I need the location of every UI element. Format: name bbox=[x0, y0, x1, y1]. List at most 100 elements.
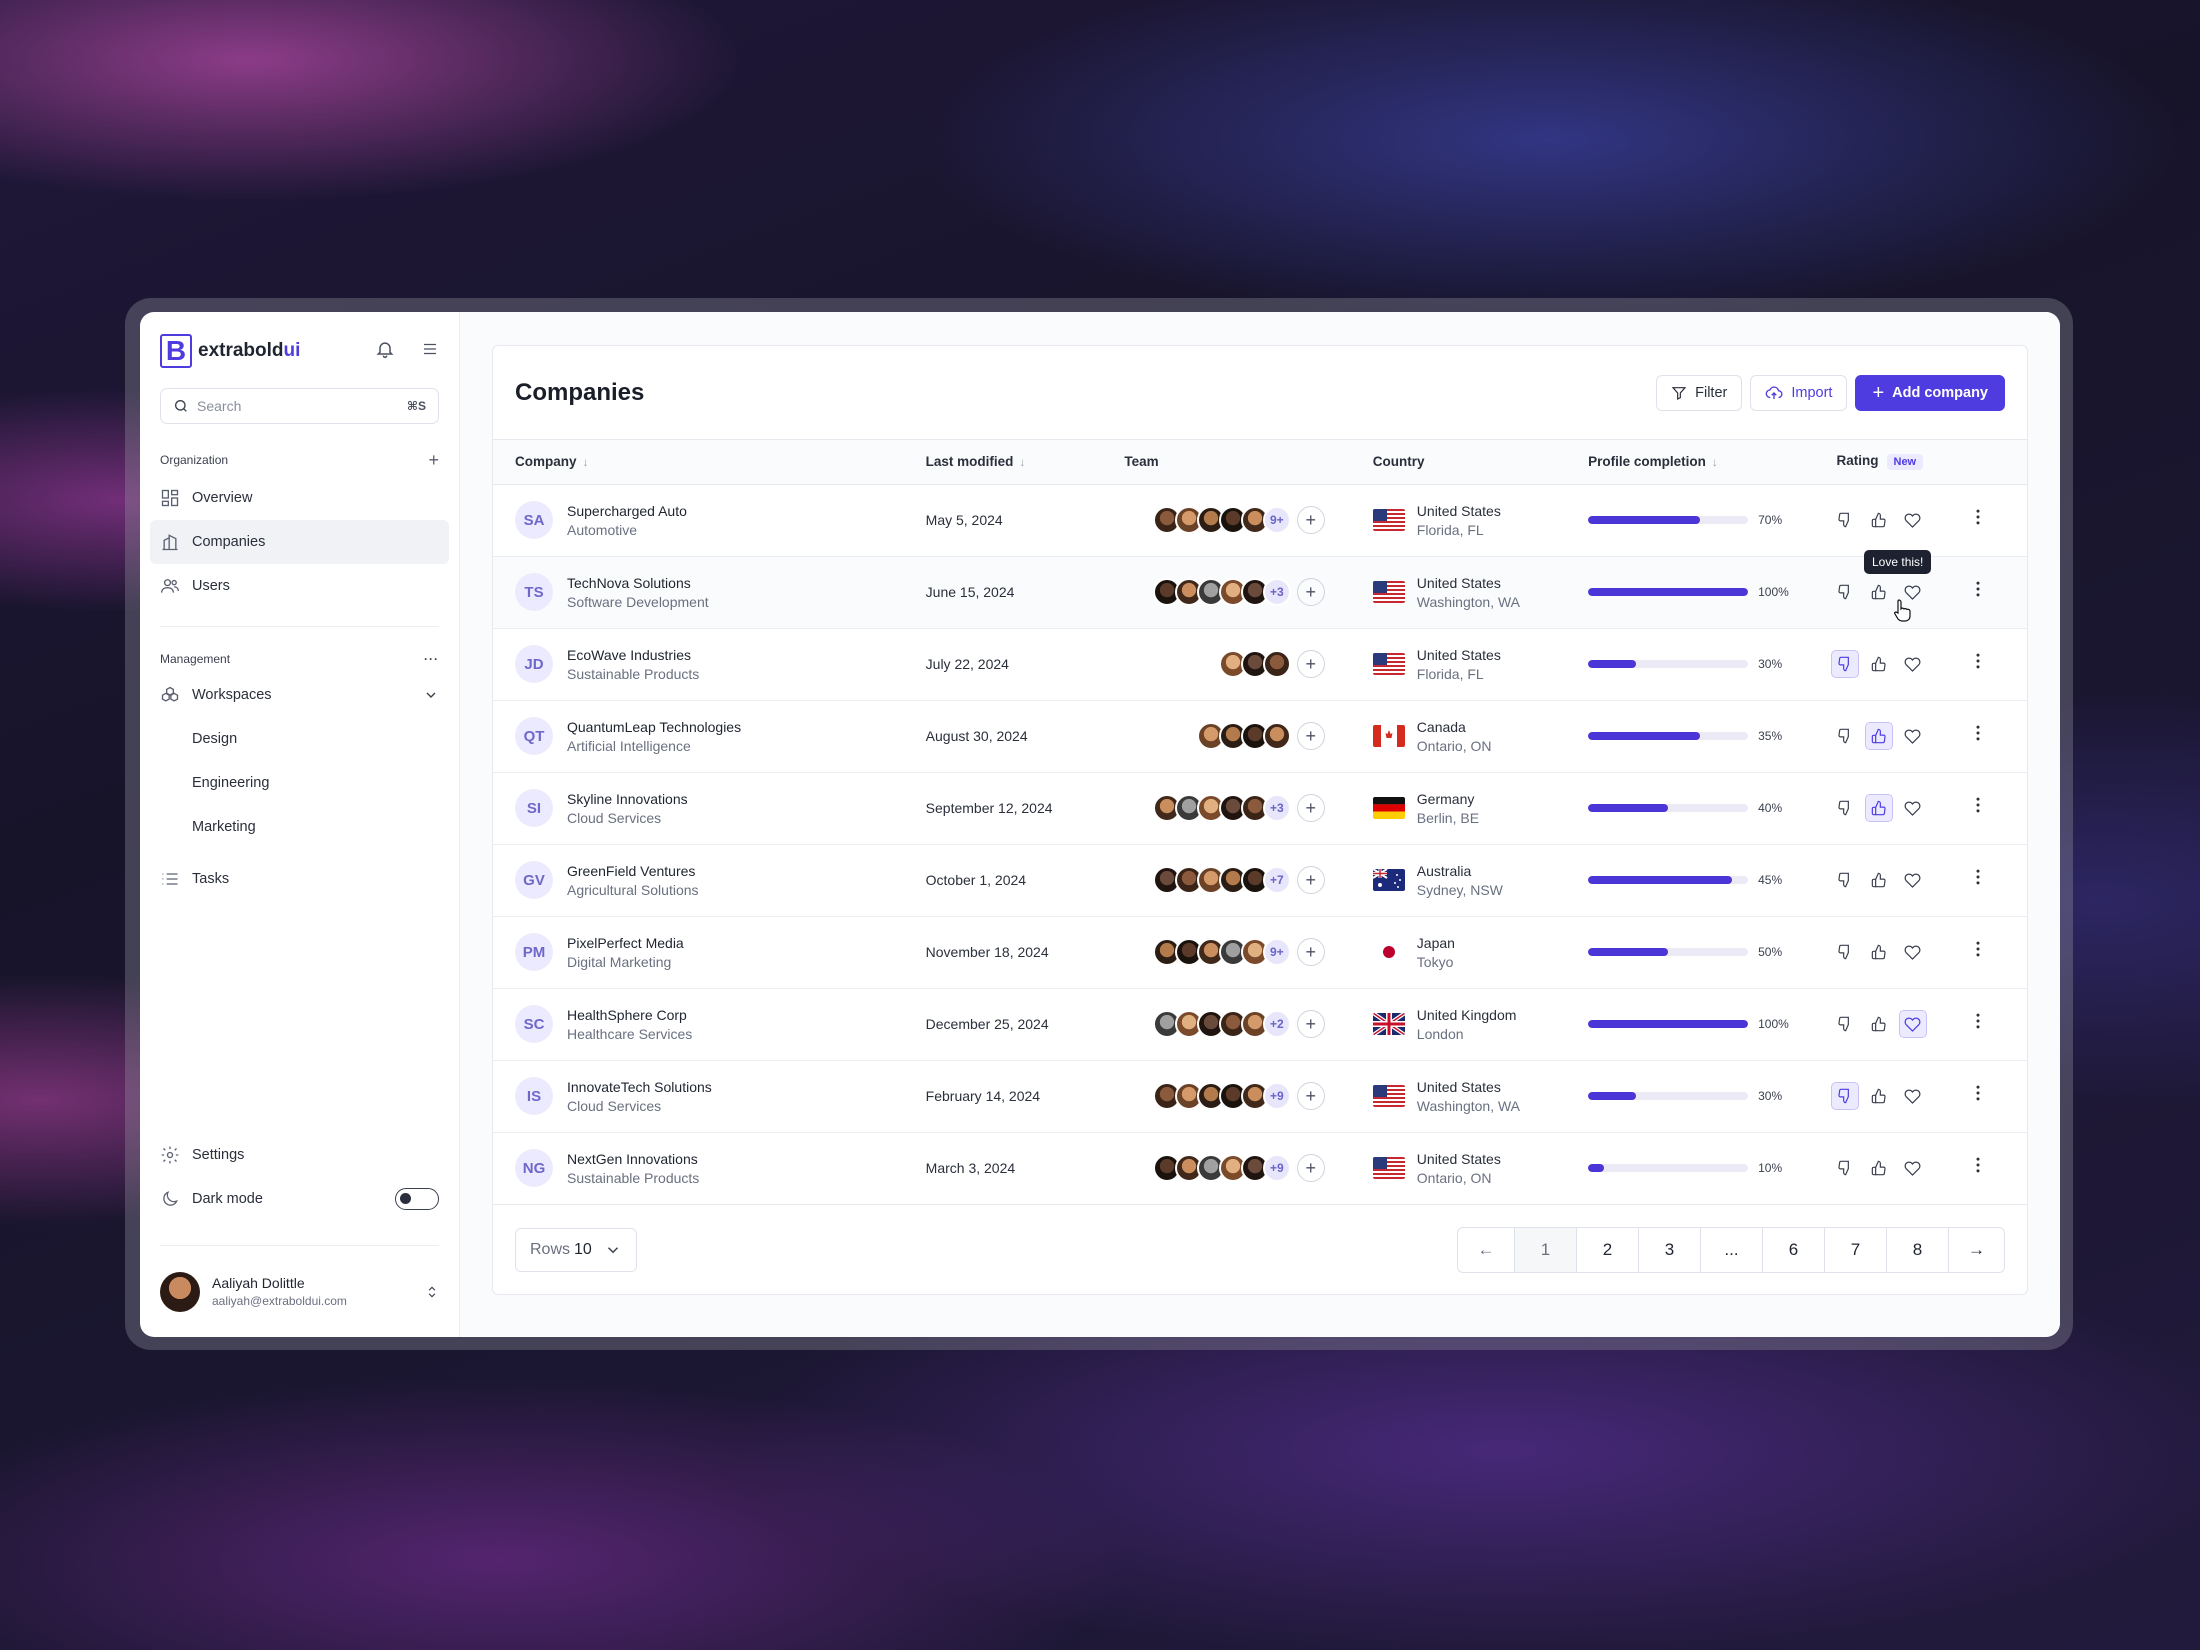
add-member-button[interactable]: + bbox=[1296, 650, 1325, 678]
dark-mode-toggle[interactable] bbox=[395, 1188, 439, 1210]
add-member-button[interactable]: + bbox=[1296, 1010, 1325, 1038]
team-avatar[interactable] bbox=[1262, 722, 1291, 750]
heart-button[interactable] bbox=[1899, 938, 1927, 966]
add-member-button[interactable]: + bbox=[1296, 794, 1325, 822]
thumbs-up-button[interactable] bbox=[1865, 1154, 1893, 1182]
thumbs-down-button[interactable] bbox=[1831, 1010, 1859, 1038]
chevron-updown-icon[interactable] bbox=[425, 1285, 439, 1299]
sidebar-item-tasks[interactable]: Tasks bbox=[160, 857, 439, 901]
page-button[interactable]: 1 bbox=[1514, 1227, 1576, 1272]
more-vertical-icon[interactable] bbox=[1968, 725, 1988, 748]
search-input[interactable]: Search ⌘S bbox=[160, 388, 439, 424]
add-member-button[interactable]: + bbox=[1296, 1154, 1325, 1182]
page-button[interactable]: 2 bbox=[1576, 1227, 1638, 1272]
thumbs-up-button[interactable] bbox=[1865, 1010, 1893, 1038]
add-member-button[interactable]: + bbox=[1296, 578, 1325, 606]
more-vertical-icon[interactable] bbox=[1968, 941, 1988, 964]
page-button[interactable]: 8 bbox=[1886, 1227, 1948, 1272]
thumbs-up-button[interactable] bbox=[1865, 866, 1893, 894]
more-vertical-icon[interactable] bbox=[1968, 653, 1988, 676]
thumbs-down-button[interactable] bbox=[1831, 866, 1859, 894]
team-more-count[interactable]: +9 bbox=[1262, 1154, 1291, 1182]
heart-button[interactable] bbox=[1899, 650, 1927, 678]
heart-button[interactable] bbox=[1899, 866, 1927, 894]
col-profile[interactable]: Profile completion ↓ bbox=[1588, 440, 1836, 484]
more-vertical-icon[interactable] bbox=[1968, 1013, 1988, 1036]
team-more-count[interactable]: +3 bbox=[1262, 578, 1291, 606]
more-vertical-icon[interactable] bbox=[1968, 581, 1988, 604]
col-modified[interactable]: Last modified ↓ bbox=[926, 440, 1125, 484]
thumbs-down-button[interactable] bbox=[1831, 794, 1859, 822]
next-page-button[interactable]: → bbox=[1948, 1227, 2004, 1272]
more-vertical-icon[interactable] bbox=[1968, 1085, 1988, 1108]
thumbs-down-button[interactable] bbox=[1831, 1154, 1859, 1182]
team-more-count[interactable]: +3 bbox=[1262, 794, 1291, 822]
sidebar-item-design[interactable]: Design bbox=[160, 717, 439, 761]
add-member-button[interactable]: + bbox=[1296, 938, 1325, 966]
filter-button[interactable]: Filter bbox=[1656, 374, 1743, 411]
company[interactable]: QT QuantumLeap Technologies Artificial Int… bbox=[515, 717, 926, 755]
page-button[interactable]: 3 bbox=[1638, 1227, 1700, 1272]
sidebar-item-settings[interactable]: Settings bbox=[160, 1133, 439, 1177]
thumbs-up-button[interactable] bbox=[1865, 506, 1893, 534]
more-vertical-icon[interactable] bbox=[1968, 869, 1988, 892]
company[interactable]: SA Supercharged Auto Automotive bbox=[515, 501, 926, 539]
thumbs-up-button[interactable] bbox=[1865, 578, 1893, 606]
team-more-count[interactable]: 9+ bbox=[1262, 938, 1291, 966]
chevron-down-icon[interactable] bbox=[423, 687, 439, 703]
company[interactable]: GV GreenField Ventures Agricultural Soluti… bbox=[515, 861, 926, 899]
more-vertical-icon[interactable] bbox=[1968, 797, 1988, 820]
add-member-button[interactable]: + bbox=[1296, 1082, 1325, 1110]
heart-button[interactable] bbox=[1899, 794, 1927, 822]
bell-icon[interactable] bbox=[375, 339, 395, 364]
company[interactable]: PM PixelPerfect Media Digital Marketing bbox=[515, 933, 926, 971]
more-vertical-icon[interactable] bbox=[1968, 1157, 1988, 1180]
page-button[interactable]: 7 bbox=[1824, 1227, 1886, 1272]
heart-button[interactable] bbox=[1899, 506, 1927, 534]
company[interactable]: JD EcoWave Industries Sustainable Products bbox=[515, 645, 926, 683]
page-button[interactable]: ... bbox=[1700, 1227, 1762, 1272]
col-company[interactable]: Company ↓ bbox=[493, 440, 926, 484]
heart-button[interactable] bbox=[1899, 722, 1927, 750]
company[interactable]: TS TechNova Solutions Software Development bbox=[515, 573, 926, 611]
thumbs-up-button[interactable] bbox=[1865, 650, 1893, 678]
company[interactable]: IS InnovateTech Solutions Cloud Services bbox=[515, 1077, 926, 1115]
add-member-button[interactable]: + bbox=[1296, 866, 1325, 894]
more-vertical-icon[interactable] bbox=[1968, 509, 1988, 532]
sidebar-item-engineering[interactable]: Engineering bbox=[160, 761, 439, 805]
company[interactable]: SI Skyline Innovations Cloud Services bbox=[515, 789, 926, 827]
team-more-count[interactable]: +2 bbox=[1262, 1010, 1291, 1038]
thumbs-down-button[interactable] bbox=[1830, 1082, 1859, 1110]
sidebar-item-workspaces[interactable]: Workspaces bbox=[160, 673, 439, 717]
menu-icon[interactable] bbox=[421, 340, 439, 363]
thumbs-up-button[interactable] bbox=[1864, 794, 1893, 822]
thumbs-down-button[interactable] bbox=[1831, 578, 1859, 606]
thumbs-down-button[interactable] bbox=[1831, 506, 1859, 534]
import-button[interactable]: Import bbox=[1750, 374, 1848, 411]
col-country[interactable]: Country bbox=[1373, 440, 1588, 484]
thumbs-up-button[interactable] bbox=[1865, 1082, 1893, 1110]
add-company-button[interactable]: + Add company bbox=[1855, 374, 2005, 411]
sidebar-item-overview[interactable]: Overview bbox=[160, 476, 439, 520]
team-more-count[interactable]: 9+ bbox=[1262, 506, 1291, 534]
sidebar-item-companies[interactable]: Companies bbox=[150, 520, 449, 564]
plus-icon[interactable]: + bbox=[428, 450, 439, 471]
company[interactable]: SC HealthSphere Corp Healthcare Services bbox=[515, 1005, 926, 1043]
user-profile[interactable]: Aaliyah Dolittle aaliyah@extraboldui.com bbox=[160, 1245, 439, 1337]
thumbs-up-button[interactable] bbox=[1864, 722, 1893, 750]
heart-button[interactable] bbox=[1898, 1010, 1927, 1038]
thumbs-up-button[interactable] bbox=[1865, 938, 1893, 966]
more-dots-icon[interactable]: ··· bbox=[424, 652, 439, 666]
add-member-button[interactable]: + bbox=[1296, 506, 1325, 534]
team-avatar[interactable] bbox=[1262, 650, 1291, 678]
add-member-button[interactable]: + bbox=[1296, 722, 1325, 750]
page-button[interactable]: 6 bbox=[1762, 1227, 1824, 1272]
thumbs-down-button[interactable] bbox=[1830, 650, 1859, 678]
sidebar-item-marketing[interactable]: Marketing bbox=[160, 805, 439, 849]
thumbs-down-button[interactable] bbox=[1831, 938, 1859, 966]
thumbs-down-button[interactable] bbox=[1831, 722, 1859, 750]
company[interactable]: NG NextGen Innovations Sustainable Product… bbox=[515, 1149, 926, 1187]
prev-page-button[interactable]: ← bbox=[1458, 1228, 1514, 1272]
sidebar-item-users[interactable]: Users bbox=[160, 564, 439, 608]
team-more-count[interactable]: +9 bbox=[1262, 1082, 1291, 1110]
